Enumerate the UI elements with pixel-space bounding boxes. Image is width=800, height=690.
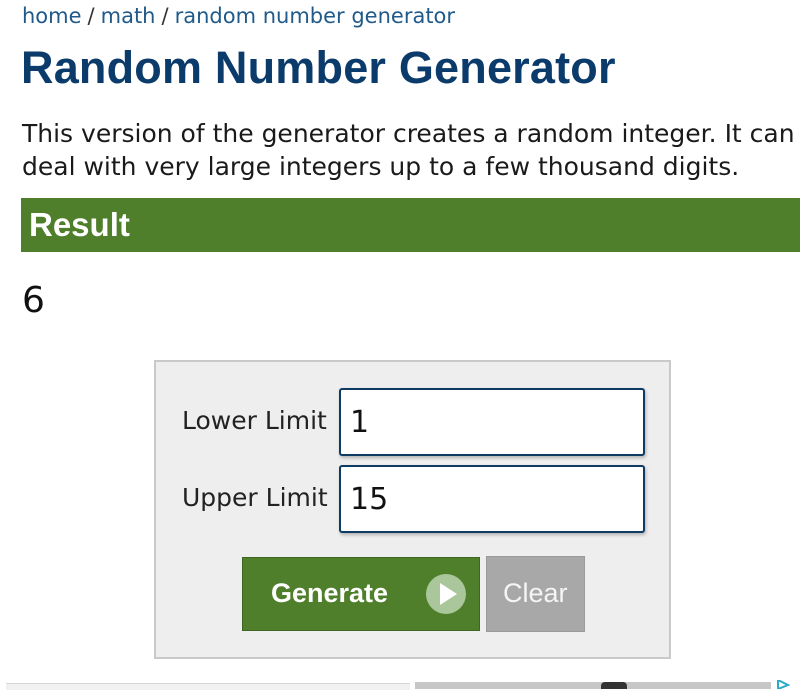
generator-form: Lower Limit Upper Limit Generate Clear [154,360,671,659]
upper-limit-label: Upper Limit [182,483,328,512]
breadcrumb-home-link[interactable]: home [22,4,82,28]
breadcrumb: home / math / random number generator [22,4,455,28]
breadcrumb-math-link[interactable]: math [101,4,156,28]
ad-banner [0,680,800,690]
description-line: deal with very large integers up to a fe… [22,152,740,181]
generate-button[interactable]: Generate [242,557,480,631]
play-circle-icon [426,574,466,614]
ad-choices-icon[interactable] [776,680,790,689]
breadcrumb-separator: / [161,4,169,28]
description-line: This version of the generator creates a … [22,119,795,148]
page-title: Random Number Generator [21,42,616,93]
breadcrumb-separator: / [87,4,95,28]
result-header: Result [21,198,800,252]
clear-button-label: Clear [503,578,568,608]
breadcrumb-current-link[interactable]: random number generator [175,4,455,28]
lower-limit-label: Lower Limit [182,406,327,435]
upper-limit-input[interactable] [339,465,645,533]
ad-slot-right [415,682,771,689]
lower-limit-input[interactable] [339,388,645,456]
result-heading: Result [29,206,130,243]
generate-button-label: Generate [271,578,389,608]
page-description: This version of the generator creates a … [22,117,800,183]
result-value: 6 [22,280,45,321]
ad-handle [601,682,627,689]
clear-button[interactable]: Clear [486,556,585,632]
